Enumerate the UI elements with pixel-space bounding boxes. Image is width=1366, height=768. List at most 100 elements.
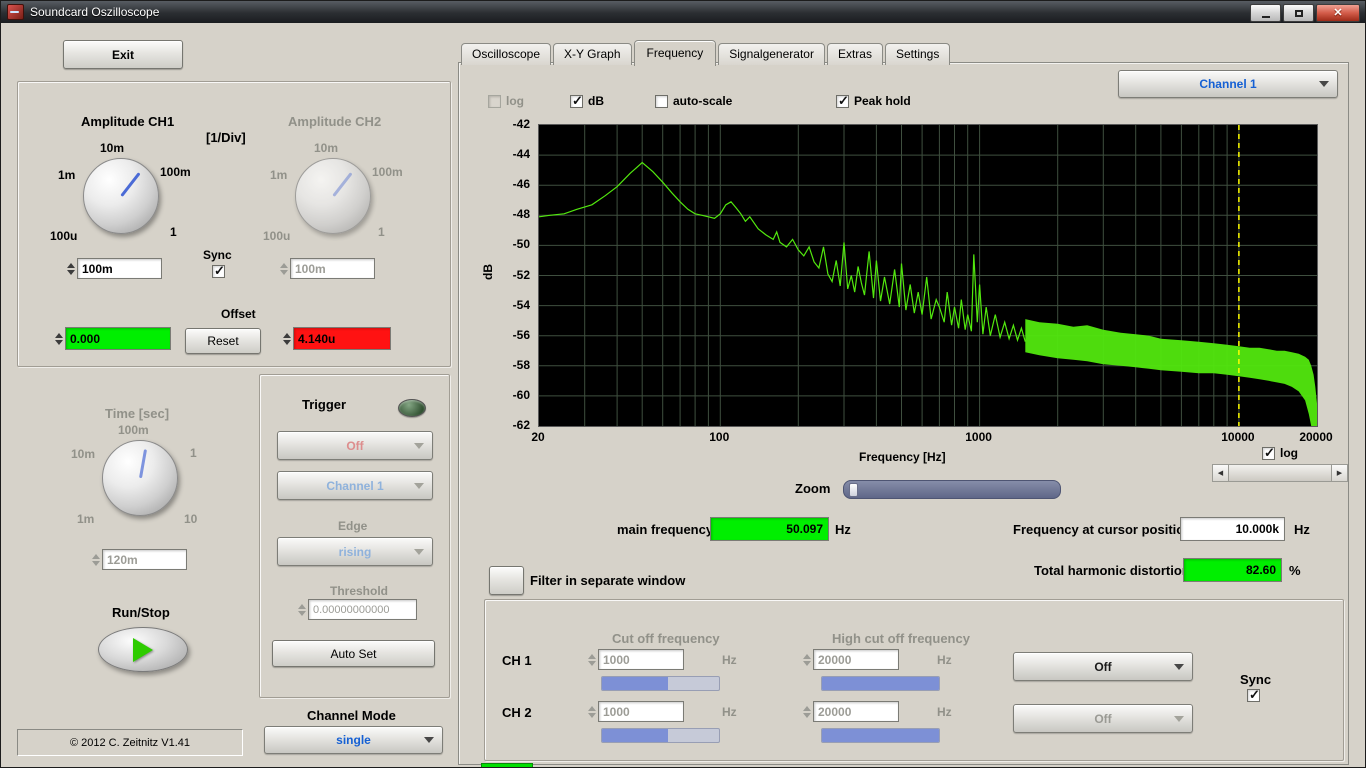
- amplitude-sync-checkbox[interactable]: [212, 263, 225, 279]
- checkbox-box: [1262, 445, 1275, 461]
- scroll-right-icon[interactable]: ▶: [1331, 465, 1347, 481]
- tab-oscilloscope[interactable]: Oscilloscope: [461, 43, 552, 65]
- hz-unit: Hz: [722, 705, 737, 719]
- spinner-up-icon: [280, 262, 288, 268]
- scroll-left-icon[interactable]: ◀: [1213, 465, 1229, 481]
- y-tick-label: -58: [512, 357, 530, 372]
- y-tick-label: -54: [512, 297, 530, 312]
- spinner-arrows: [296, 599, 308, 620]
- x-tick-label: 100: [709, 430, 730, 444]
- main-frequency-field: 50.097: [710, 517, 829, 541]
- amplitude-ch1-title: Amplitude CH1: [81, 114, 175, 129]
- offset-ch1-field[interactable]: 0.000: [65, 327, 171, 350]
- checkbox-box: [488, 94, 501, 108]
- chart-scrollbar[interactable]: ◀ ▶: [1212, 464, 1348, 482]
- amplitude-ch2-value-field: 100m: [290, 258, 375, 279]
- run-stop-label: Run/Stop: [112, 605, 170, 620]
- edge-label: Edge: [338, 519, 368, 533]
- hz-unit: Hz: [937, 653, 952, 667]
- filter-sync-checkbox[interactable]: [1247, 687, 1260, 703]
- tab-xy-graph[interactable]: X-Y Graph: [553, 43, 632, 65]
- chevron-down-icon: [414, 482, 424, 489]
- window-titlebar[interactable]: Soundcard Oszilloscope ✕: [1, 1, 1365, 23]
- chevron-down-icon: [424, 737, 434, 743]
- spinner-down-icon: [283, 339, 291, 345]
- channel-mode-dropdown[interactable]: single: [264, 726, 443, 754]
- spinner-up-icon: [588, 653, 596, 659]
- knob-needle: [331, 172, 353, 197]
- y-tick-label: -48: [512, 207, 530, 222]
- ch2-knob-tick-1: 1: [378, 225, 385, 239]
- time-knob: [102, 440, 178, 516]
- tab-settings[interactable]: Settings: [884, 43, 951, 65]
- amplitude-ch1-knob[interactable]: [83, 158, 159, 234]
- channel-selector-dropdown[interactable]: Channel 1: [1118, 70, 1338, 98]
- y-tick-label: -52: [512, 267, 530, 282]
- app-icon: [7, 4, 24, 20]
- chevron-down-icon: [414, 442, 424, 449]
- thd-unit: %: [1289, 563, 1301, 578]
- spinner-up-icon: [803, 653, 811, 659]
- tab-signalgenerator[interactable]: Signalgenerator: [718, 43, 825, 65]
- axis-log-checkbox[interactable]: log: [1262, 445, 1298, 461]
- filter-ch2-cutoff-field: 1000: [598, 701, 684, 722]
- copyright-box: © 2012 C. Zeitnitz V1.41: [17, 729, 243, 756]
- y-axis-label: dB: [481, 264, 495, 280]
- zoom-slider-thumb[interactable]: [849, 483, 858, 497]
- filter-separate-window-button[interactable]: [489, 566, 524, 595]
- spinner-down-icon: [55, 339, 63, 345]
- x-axis-label: Frequency [Hz]: [859, 450, 946, 464]
- exit-button[interactable]: Exit: [63, 40, 183, 69]
- filter-sync-label: Sync: [1240, 672, 1272, 687]
- offset-ch2-field[interactable]: 4.140u: [293, 327, 391, 350]
- spectrum-plot[interactable]: [538, 124, 1318, 427]
- log-checkbox: log: [488, 94, 524, 108]
- filter-ch1-highcut-field: 20000: [813, 649, 899, 670]
- ch1-knob-tick-1m: 1m: [58, 168, 76, 182]
- minimize-button[interactable]: [1250, 4, 1281, 22]
- spinner-arrows[interactable]: [281, 327, 293, 350]
- trigger-led: [398, 399, 426, 417]
- hz-unit: Hz: [937, 705, 952, 719]
- time-knob-tick-10: 10: [184, 512, 198, 526]
- filter-ch1-mode-dropdown[interactable]: Off: [1013, 652, 1193, 681]
- close-button[interactable]: ✕: [1316, 4, 1360, 22]
- auto-scale-checkbox[interactable]: auto-scale: [655, 94, 732, 108]
- maximize-button[interactable]: [1283, 4, 1314, 22]
- auto-set-button[interactable]: Auto Set: [272, 640, 435, 667]
- slider-fill: [602, 729, 669, 742]
- offset-ch1-control[interactable]: 0.000: [53, 327, 171, 350]
- filter-ch1-highcut-slider: [821, 676, 940, 691]
- y-tick-label: -42: [512, 117, 530, 131]
- trigger-mode-dropdown: Off: [277, 431, 433, 460]
- tab-frequency[interactable]: Frequency: [633, 40, 717, 66]
- status-strip: [481, 763, 533, 767]
- per-div-label: [1/Div]: [206, 130, 246, 145]
- chevron-down-icon: [1174, 663, 1184, 670]
- filter-ch1-cutoff-control: 1000: [586, 649, 684, 670]
- spinner-arrows[interactable]: [65, 258, 77, 279]
- tab-extras[interactable]: Extras: [826, 43, 883, 65]
- scrollbar-thumb[interactable]: [1229, 465, 1331, 481]
- peak-hold-checkbox[interactable]: Peak hold: [836, 93, 911, 109]
- amplitude-ch1-value-field[interactable]: 100m: [77, 258, 162, 279]
- y-tick-label: -60: [512, 387, 530, 402]
- spinner-up-icon: [55, 332, 63, 338]
- knob-needle: [119, 172, 141, 197]
- chevron-down-icon: [414, 548, 424, 555]
- spinner-arrows[interactable]: [53, 327, 65, 350]
- zoom-slider[interactable]: [843, 480, 1061, 499]
- x-tick-label: 20: [531, 430, 545, 444]
- filter-separate-window-label: Filter in separate window: [530, 573, 686, 588]
- run-stop-button[interactable]: [98, 627, 188, 672]
- offset-reset-button[interactable]: Reset: [185, 328, 261, 354]
- offset-ch2-control[interactable]: 4.140u: [281, 327, 391, 350]
- app-window: Soundcard Oszilloscope ✕ Exit Amplitude …: [0, 0, 1366, 768]
- filter-ch2-mode-dropdown: Off: [1013, 704, 1193, 733]
- db-checkbox[interactable]: dB: [570, 93, 604, 109]
- threshold-control: 0.00000000000: [296, 599, 417, 620]
- maximize-icon: [1294, 9, 1303, 17]
- time-title: Time [sec]: [105, 406, 170, 421]
- thd-label: Total harmonic distortion: [1034, 563, 1190, 578]
- thd-field: 82.60: [1183, 558, 1282, 582]
